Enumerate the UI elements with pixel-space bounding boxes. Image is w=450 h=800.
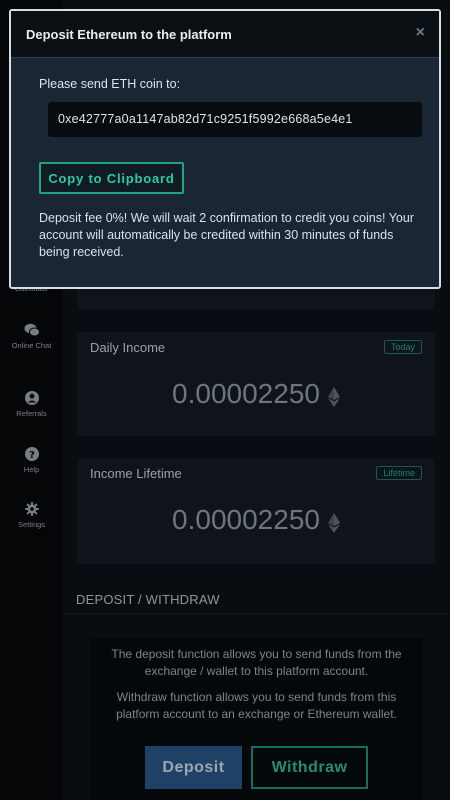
modal-header: Deposit Ethereum to the platform × [11, 11, 439, 58]
deposit-modal: Deposit Ethereum to the platform × Pleas… [9, 9, 441, 289]
deposit-fee-note: Deposit fee 0%! We will wait 2 confirmat… [39, 211, 414, 259]
close-icon[interactable]: × [416, 24, 425, 42]
copy-to-clipboard-button[interactable]: Copy to Clipboard [39, 162, 184, 194]
send-instruction: Please send ETH coin to: [39, 77, 181, 91]
wallet-address[interactable]: 0xe42777a0a1147ab82d71c9251f5992e668a5e4… [48, 102, 422, 137]
modal-title: Deposit Ethereum to the platform [26, 27, 232, 42]
